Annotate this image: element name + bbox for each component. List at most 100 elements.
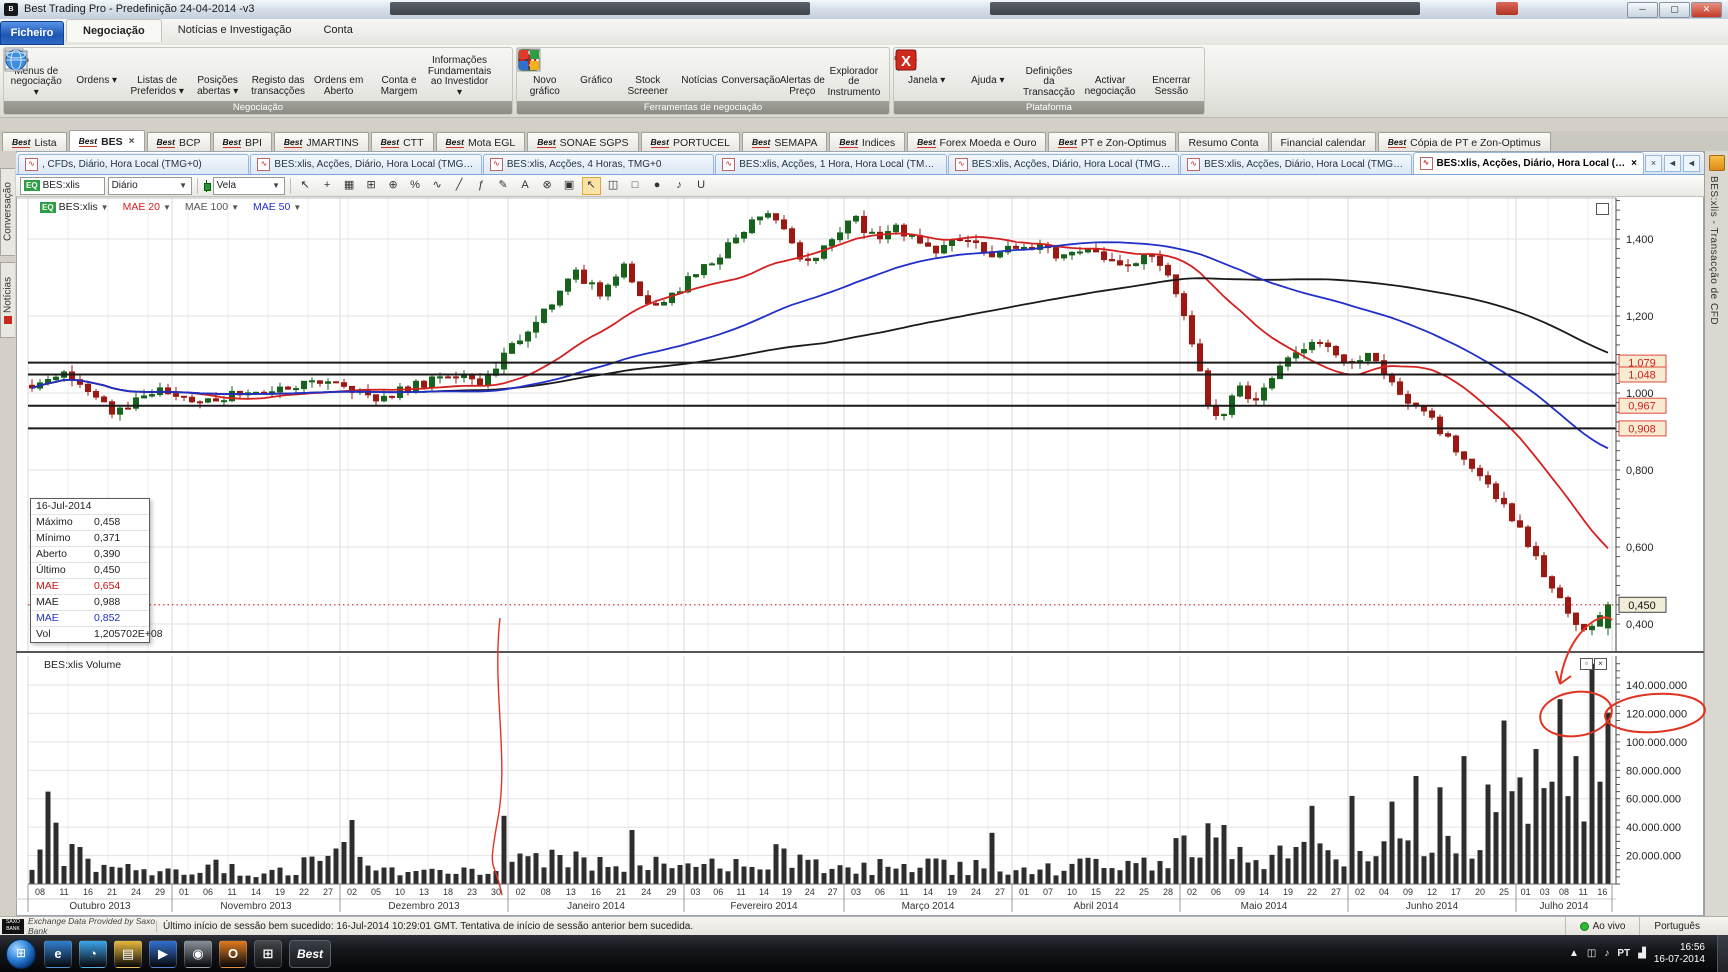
workspace-tab-sonae-sgps[interactable]: BestSONAE SGPS <box>527 132 638 152</box>
period-dropdown[interactable]: Diário▼ <box>108 177 192 195</box>
ribbon-button-encerrar-sess-o[interactable]: XEncerrar Sessão <box>1141 49 1202 99</box>
ribbon-button-conta-e-margem[interactable]: Conta e Margem <box>369 49 429 99</box>
toolbar-tool-15[interactable]: ◫ <box>604 177 623 195</box>
file-menu-button[interactable]: Ficheiro <box>0 21 64 45</box>
ribbon-button-informa-es-fundamentais-ao-investidor[interactable]: Informações Fundamentais ao Investidor ▾ <box>429 49 489 99</box>
workspace-tab-bes[interactable]: BestBES× <box>69 130 145 152</box>
close-button[interactable]: ✕ <box>1691 2 1722 18</box>
toolbar-tool-16[interactable]: □ <box>626 177 645 195</box>
taskbar-app-icon-1[interactable]: e <box>44 940 72 968</box>
ribbon-button-ordens[interactable]: Ordens ▾ <box>66 49 126 99</box>
taskbar-best-app-button[interactable]: Best <box>289 940 331 968</box>
style-dropdown[interactable]: Vela▼ <box>213 177 285 195</box>
toolbar-tool-4[interactable]: ⊞ <box>362 177 381 195</box>
workspace-tab-semapa[interactable]: BestSEMAPA <box>742 132 827 152</box>
workspace-tab-mota-egl[interactable]: BestMota EGL <box>436 132 526 152</box>
toolbar-tool-9[interactable]: ƒ <box>472 177 491 195</box>
price-pane-restore-icon[interactable] <box>1596 203 1609 215</box>
tray-display-icon[interactable]: ◫ <box>1587 948 1596 959</box>
ribbon-button-ajuda[interactable]: ?Ajuda ▾ <box>957 49 1018 99</box>
ribbon-button-alertas-de-pre-o[interactable]: Alertas de Preço <box>777 49 829 99</box>
workspace-tab-pt-e-zon-optimus[interactable]: BestPT e Zon-Optimus <box>1048 132 1176 152</box>
tray-expand-icon[interactable]: ▲ <box>1569 948 1579 959</box>
toolbar-tool-10[interactable]: ✎ <box>494 177 513 195</box>
show-desktop-button[interactable] <box>1717 935 1728 972</box>
toolbar-tool-3[interactable]: ▦ <box>340 177 359 195</box>
workspace-tab-resumo-conta[interactable]: Resumo Conta <box>1178 132 1268 152</box>
chart-tab-4[interactable]: ∿BES:xlis, Acções, 1 Hora, Hora Local (T… <box>715 154 946 174</box>
workspace-tab-bcp[interactable]: BestBCP <box>147 132 211 152</box>
legend-mae-100[interactable]: MAE 100▼ <box>185 201 239 213</box>
taskbar-app-icon-2[interactable]: ◔ <box>79 940 107 968</box>
volume-pane-close-icon[interactable]: × <box>1594 658 1607 670</box>
taskbar-app-icon-4[interactable]: ▶ <box>149 940 177 968</box>
chart-tab-6[interactable]: ∿BES:xlis, Acções, Diário, Hora Local (T… <box>1180 154 1411 174</box>
ribbon-button-explorador-de-instrumento[interactable]: Explorador de Instrumento <box>828 49 880 99</box>
symbol-input[interactable]: EQBES:xlis <box>20 177 105 195</box>
left-dock-tab-not-cias[interactable]: Notícias <box>0 262 15 338</box>
toolbar-tool-5[interactable]: ⊕ <box>384 177 403 195</box>
ribbon-button-gr-fico[interactable]: Gráfico <box>571 49 623 99</box>
workspace-tab-financial-calendar[interactable]: Financial calendar <box>1271 132 1376 152</box>
workspace-tab-forex-moeda-e-ouro[interactable]: BestForex Moeda e Ouro <box>907 132 1046 152</box>
ribbon-button-registo-das-transac-es[interactable]: Registo das transacções <box>248 49 308 99</box>
menu-tab-negocia-o[interactable]: Negociação <box>66 19 162 42</box>
toolbar-tool-12[interactable]: ⊗ <box>538 177 557 195</box>
language-indicator[interactable]: Português <box>1639 917 1728 935</box>
taskbar-app-icon-7[interactable]: ⊞ <box>254 940 282 968</box>
toolbar-tool-1[interactable]: ↖ <box>296 177 315 195</box>
volume-pane-restore-icon[interactable]: ▫ <box>1580 658 1593 670</box>
chart-close-icon[interactable]: × <box>1645 155 1662 172</box>
ribbon-button-listas-de-preferidos[interactable]: Listas de Preferidos ▾ <box>127 49 187 99</box>
workspace-tab-lista[interactable]: BestLista <box>2 132 67 152</box>
toolbar-tool-18[interactable]: ♪ <box>670 177 689 195</box>
chart-tab-5[interactable]: ∿BES:xlis, Acções, Diário, Hora Local (T… <box>948 154 1179 174</box>
workspace-tab-c-pia-de-pt-e-zon-optimus[interactable]: BestCópia de PT e Zon-Optimus <box>1378 132 1551 152</box>
toolbar-tool-6[interactable]: % <box>406 177 425 195</box>
chart-tab-7[interactable]: ∿BES:xlis, Acções, Diário, Hora Local (T… <box>1413 152 1644 174</box>
chart-tab-2[interactable]: ∿BES:xlis, Acções, Diário, Hora Local (T… <box>250 154 481 174</box>
ribbon-button-posi-es-abertas[interactable]: Posições abertas ▾ <box>187 49 247 99</box>
tab-scroll-icon[interactable]: ◄ <box>1664 155 1681 172</box>
toolbar-tool-14[interactable]: ↖ <box>582 177 601 195</box>
taskbar-app-icon-6[interactable]: O <box>219 940 247 968</box>
legend-mae-50[interactable]: MAE 50▼ <box>253 201 301 213</box>
legend-symbol[interactable]: EQ BES:xlis ▼ <box>40 201 109 213</box>
legend-mae-20[interactable]: MAE 20▼ <box>123 201 171 213</box>
clock[interactable]: 16:56 16-07-2014 <box>1654 942 1705 966</box>
toolbar-tool-19[interactable]: U <box>692 177 711 195</box>
ribbon-button-ordens-em-aberto[interactable]: Ordens em Aberto <box>308 49 368 99</box>
cfd-module-icon[interactable] <box>1709 155 1725 171</box>
workspace-tab-indices[interactable]: BestIndices <box>829 132 905 152</box>
taskbar-app-icon-5[interactable]: ◉ <box>184 940 212 968</box>
right-dock-label[interactable]: BES:xlis - Transacção de CFD <box>1708 176 1719 325</box>
ribbon-button-stock-screener[interactable]: Stock Screener <box>622 49 674 99</box>
tray-network-icon[interactable]: ▟ <box>1638 948 1646 959</box>
minimize-button[interactable]: ─ <box>1627 2 1658 18</box>
toolbar-tool-17[interactable]: ● <box>648 177 667 195</box>
taskbar-app-icon-3[interactable]: ▤ <box>114 940 142 968</box>
workspace-tab-ctt[interactable]: BestCTT <box>371 132 434 152</box>
keyboard-language[interactable]: PT <box>1617 948 1630 959</box>
toolbar-tool-2[interactable]: + <box>318 177 337 195</box>
tab-close-icon[interactable]: × <box>129 136 135 147</box>
tab-close-icon[interactable]: × <box>1631 158 1637 169</box>
tray-volume-icon[interactable]: ♪ <box>1604 948 1609 959</box>
toolbar-tool-7[interactable]: ∿ <box>428 177 447 195</box>
ribbon-button-conversa-o[interactable]: Conversação <box>725 49 777 99</box>
menu-tab-not-cias-e-investiga-o[interactable]: Notícias e Investigação <box>162 19 308 41</box>
ribbon-button-activar-negocia-o[interactable]: Activar negociação <box>1080 49 1141 99</box>
ribbon-button-not-cias[interactable]: Notícias <box>674 49 726 99</box>
chart-tab-3[interactable]: ∿BES:xlis, Acções, 4 Horas, TMG+0 <box>483 154 714 174</box>
toolbar-tool-11[interactable]: A <box>516 177 535 195</box>
workspace-tab-portucel[interactable]: BestPORTUCEL <box>641 132 740 152</box>
menu-tab-conta[interactable]: Conta <box>307 19 368 41</box>
left-dock-tab-conversa-o[interactable]: Conversação <box>0 168 15 256</box>
toolbar-tool-8[interactable]: ╱ <box>450 177 469 195</box>
chart-tab-1[interactable]: ∿, CFDs, Diário, Hora Local (TMG+0) <box>18 154 249 174</box>
tab-scroll-icon[interactable]: ◄ <box>1683 155 1700 172</box>
workspace-tab-jmartins[interactable]: BestJMARTINS <box>274 132 369 152</box>
start-button[interactable]: ⊞ <box>6 939 36 969</box>
maximize-button[interactable]: ▢ <box>1659 2 1690 18</box>
ribbon-button-defini-es-da-transac-o[interactable]: Definições da Transacção <box>1018 49 1079 99</box>
